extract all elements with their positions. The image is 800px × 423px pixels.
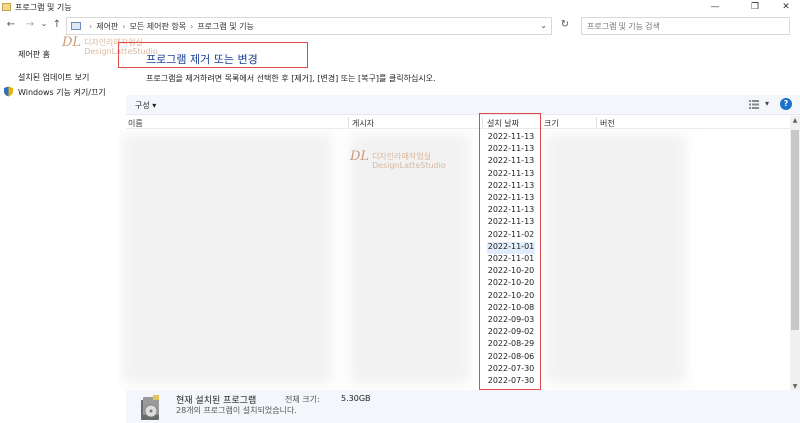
- scroll-up-arrow-icon[interactable]: ▲: [790, 116, 800, 126]
- program-list[interactable]: 2022-11-13 2022-11-13 2022-11-13 2022-11-13…: [118, 130, 790, 390]
- uac-shield-icon: [4, 86, 13, 97]
- total-size-label: 전체 크기:: [285, 395, 320, 404]
- column-divider[interactable]: [348, 117, 349, 128]
- sidebar-item-windows-features[interactable]: Windows 기능 켜기/끄기: [18, 87, 106, 98]
- blurred-sizes-versions: [546, 134, 686, 384]
- sidebar-item-installed-updates[interactable]: 설치된 업데이트 보기: [18, 72, 89, 83]
- forward-arrow-icon[interactable]: →: [23, 19, 37, 30]
- column-header-publisher[interactable]: 게시자: [352, 118, 374, 129]
- address-bar[interactable]: › 제어판 › 모든 제어판 항목 › 프로그램 및 기능 ⌄: [66, 17, 552, 35]
- breadcrumb-separator: ›: [89, 21, 93, 31]
- column-header-row: 이름 게시자 설치 날짜 크기 버전: [126, 116, 790, 129]
- instructions-text: 프로그램을 제거하려면 목록에서 선택한 후 [제거], [변경] 또는 [복구…: [146, 74, 436, 83]
- refresh-icon[interactable]: ↻: [558, 19, 572, 30]
- sidebar: 제어판 홈 설치된 업데이트 보기 Windows 기능 켜기/끄기: [0, 40, 120, 400]
- breadcrumb-separator: ›: [122, 21, 126, 31]
- program-count-text: 28개의 프로그램이 설치되었습니다.: [176, 406, 297, 415]
- window-title: 프로그램 및 기능: [15, 2, 72, 12]
- command-toolbar: 구성 ▾ ▾ ?: [126, 95, 800, 115]
- page-title: 프로그램 제거 또는 변경: [146, 53, 258, 66]
- column-divider[interactable]: [596, 117, 597, 128]
- minimize-button[interactable]: —: [701, 0, 729, 14]
- organize-button[interactable]: 구성 ▾: [135, 100, 156, 111]
- address-dropdown-icon[interactable]: ⌄: [540, 21, 547, 30]
- installed-programs-icon: [141, 395, 159, 420]
- back-arrow-icon[interactable]: ←: [4, 19, 18, 30]
- breadcrumb-control-panel[interactable]: 제어판: [96, 21, 118, 32]
- details-pane: 현재 설치된 프로그램 전체 크기: 5.30GB 28개의 프로그램이 설치되…: [126, 390, 800, 423]
- blurred-program-names: [122, 134, 332, 384]
- programs-folder-icon: [2, 3, 11, 11]
- scroll-thumb[interactable]: [791, 130, 799, 330]
- help-icon[interactable]: ?: [780, 98, 792, 110]
- view-details-icon[interactable]: [749, 100, 759, 109]
- view-options-dropdown-icon[interactable]: ▾: [765, 99, 769, 108]
- recent-locations-chevron-icon[interactable]: ⌄: [37, 19, 51, 28]
- watermark: DL 디자인라떼작업실 DesignLatteStudio: [350, 149, 446, 170]
- search-input[interactable]: [581, 17, 790, 35]
- total-size-value: 5.30GB: [341, 394, 371, 403]
- sidebar-item-control-panel-home[interactable]: 제어판 홈: [18, 49, 50, 60]
- breadcrumb-separator: ›: [190, 21, 194, 31]
- breadcrumb-all-items[interactable]: 모든 제어판 항목: [130, 21, 187, 32]
- blurred-publishers: [350, 134, 470, 384]
- up-arrow-icon[interactable]: ↑: [50, 19, 64, 30]
- column-header-version[interactable]: 버전: [600, 118, 615, 129]
- close-button[interactable]: ✕: [772, 0, 800, 14]
- navigation-bar: ← → ⌄ ↑ › 제어판 › 모든 제어판 항목 › 프로그램 및 기능 ⌄ …: [0, 16, 800, 36]
- maximize-button[interactable]: ❐: [741, 0, 769, 14]
- breadcrumb-programs-features[interactable]: 프로그램 및 기능: [197, 21, 254, 32]
- control-panel-icon: [71, 22, 81, 30]
- column-header-name[interactable]: 이름: [128, 118, 143, 129]
- title-bar: 프로그램 및 기능: [0, 0, 800, 14]
- column-header-size[interactable]: 크기: [544, 118, 559, 129]
- install-date-highlight-box: [479, 113, 541, 390]
- list-scrollbar[interactable]: ▲ ▼: [790, 116, 800, 392]
